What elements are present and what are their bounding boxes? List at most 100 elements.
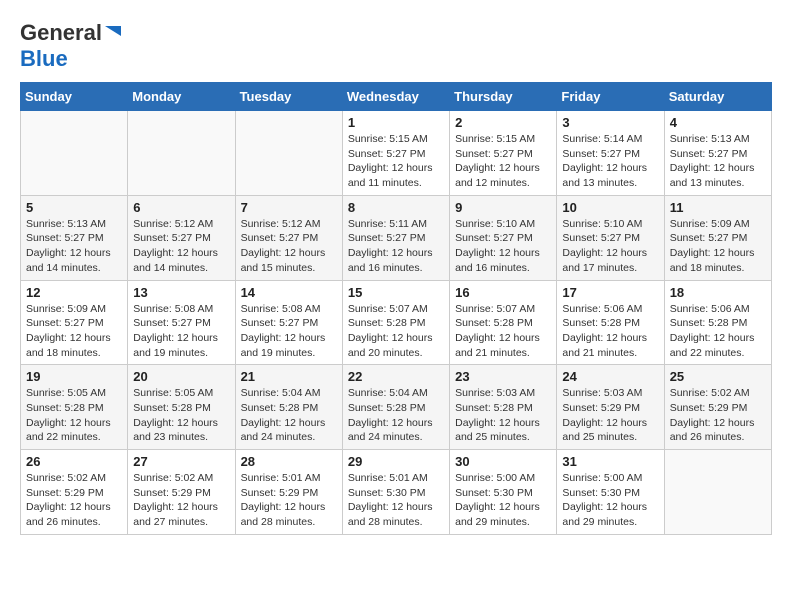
calendar-cell: 3 Sunrise: 5:14 AM Sunset: 5:27 PM Daylig… [557, 111, 664, 196]
day-info: Sunrise: 5:07 AM Sunset: 5:28 PM Dayligh… [455, 302, 551, 361]
calendar-cell: 1Sunrise: 5:15 AM Sunset: 5:27 PM Daylig… [342, 111, 449, 196]
day-info: Sunrise: 5:06 AM Sunset: 5:28 PM Dayligh… [562, 302, 658, 361]
calendar-cell [664, 450, 771, 535]
day-number: 7 [241, 200, 337, 215]
day-number: 15 [348, 285, 444, 300]
day-number: 21 [241, 369, 337, 384]
day-number: 27 [133, 454, 229, 469]
calendar-cell: 22Sunrise: 5:04 AM Sunset: 5:28 PM Dayli… [342, 365, 449, 450]
calendar-cell: 6Sunrise: 5:12 AM Sunset: 5:27 PM Daylig… [128, 195, 235, 280]
day-info: Sunrise: 5:03 AM Sunset: 5:28 PM Dayligh… [455, 386, 551, 445]
day-info: Sunrise: 5:08 AM Sunset: 5:27 PM Dayligh… [241, 302, 337, 361]
calendar-cell: 28 Sunrise: 5:01 AM Sunset: 5:29 PM Dayli… [235, 450, 342, 535]
calendar-cell: 29Sunrise: 5:01 AM Sunset: 5:30 PM Dayli… [342, 450, 449, 535]
day-number: 3 [562, 115, 658, 130]
day-number: 28 [241, 454, 337, 469]
logo-blue: Blue [20, 46, 68, 72]
day-info: Sunrise: 5:04 AM Sunset: 5:28 PM Dayligh… [241, 386, 337, 445]
day-info: Sunrise: 5:10 AM Sunset: 5:27 PM Dayligh… [455, 217, 551, 276]
day-number: 24 [562, 369, 658, 384]
calendar-cell: 26Sunrise: 5:02 AM Sunset: 5:29 PM Dayli… [21, 450, 128, 535]
calendar-header-sunday: Sunday [21, 83, 128, 111]
calendar-week-1: 1Sunrise: 5:15 AM Sunset: 5:27 PM Daylig… [21, 111, 772, 196]
calendar-header-thursday: Thursday [450, 83, 557, 111]
calendar-cell: 31 Sunrise: 5:00 AM Sunset: 5:30 PM Dayli… [557, 450, 664, 535]
day-number: 16 [455, 285, 551, 300]
day-info: Sunrise: 5:09 AM Sunset: 5:27 PM Dayligh… [670, 217, 766, 276]
day-number: 5 [26, 200, 122, 215]
calendar-header-monday: Monday [128, 83, 235, 111]
day-info: Sunrise: 5:10 AM Sunset: 5:27 PM Dayligh… [562, 217, 658, 276]
calendar-cell: 5 Sunrise: 5:13 AM Sunset: 5:27 PM Daylig… [21, 195, 128, 280]
day-info: Sunrise: 5:15 AM Sunset: 5:27 PM Dayligh… [455, 132, 551, 191]
calendar-body: 1Sunrise: 5:15 AM Sunset: 5:27 PM Daylig… [21, 111, 772, 535]
day-number: 10 [562, 200, 658, 215]
calendar-cell: 15 Sunrise: 5:07 AM Sunset: 5:28 PM Dayli… [342, 280, 449, 365]
header: General Blue [20, 20, 772, 72]
day-number: 14 [241, 285, 337, 300]
day-number: 20 [133, 369, 229, 384]
day-number: 30 [455, 454, 551, 469]
calendar-week-4: 19Sunrise: 5:05 AM Sunset: 5:28 PM Dayli… [21, 365, 772, 450]
day-info: Sunrise: 5:02 AM Sunset: 5:29 PM Dayligh… [670, 386, 766, 445]
day-info: Sunrise: 5:00 AM Sunset: 5:30 PM Dayligh… [455, 471, 551, 530]
logo-arrow-icon [103, 22, 125, 44]
day-number: 22 [348, 369, 444, 384]
day-info: Sunrise: 5:00 AM Sunset: 5:30 PM Dayligh… [562, 471, 658, 530]
calendar-cell: 12Sunrise: 5:09 AM Sunset: 5:27 PM Dayli… [21, 280, 128, 365]
day-info: Sunrise: 5:12 AM Sunset: 5:27 PM Dayligh… [241, 217, 337, 276]
calendar-week-5: 26Sunrise: 5:02 AM Sunset: 5:29 PM Dayli… [21, 450, 772, 535]
page: General Blue SundayMondayTuesdayWednesda… [0, 0, 792, 545]
day-info: Sunrise: 5:01 AM Sunset: 5:29 PM Dayligh… [241, 471, 337, 530]
calendar-cell: 13Sunrise: 5:08 AM Sunset: 5:27 PM Dayli… [128, 280, 235, 365]
day-info: Sunrise: 5:11 AM Sunset: 5:27 PM Dayligh… [348, 217, 444, 276]
day-info: Sunrise: 5:02 AM Sunset: 5:29 PM Dayligh… [133, 471, 229, 530]
calendar-cell: 4 Sunrise: 5:13 AM Sunset: 5:27 PM Daylig… [664, 111, 771, 196]
calendar-cell: 20Sunrise: 5:05 AM Sunset: 5:28 PM Dayli… [128, 365, 235, 450]
calendar-cell: 27 Sunrise: 5:02 AM Sunset: 5:29 PM Dayli… [128, 450, 235, 535]
calendar-week-3: 12Sunrise: 5:09 AM Sunset: 5:27 PM Dayli… [21, 280, 772, 365]
calendar-cell [21, 111, 128, 196]
day-info: Sunrise: 5:15 AM Sunset: 5:27 PM Dayligh… [348, 132, 444, 191]
calendar-cell: 9 Sunrise: 5:10 AM Sunset: 5:27 PM Daylig… [450, 195, 557, 280]
calendar-cell: 25 Sunrise: 5:02 AM Sunset: 5:29 PM Dayli… [664, 365, 771, 450]
calendar-cell: 11Sunrise: 5:09 AM Sunset: 5:27 PM Dayli… [664, 195, 771, 280]
calendar-cell: 18 Sunrise: 5:06 AM Sunset: 5:28 PM Dayli… [664, 280, 771, 365]
day-info: Sunrise: 5:01 AM Sunset: 5:30 PM Dayligh… [348, 471, 444, 530]
calendar-cell: 30 Sunrise: 5:00 AM Sunset: 5:30 PM Dayli… [450, 450, 557, 535]
calendar-header-friday: Friday [557, 83, 664, 111]
day-number: 23 [455, 369, 551, 384]
day-info: Sunrise: 5:14 AM Sunset: 5:27 PM Dayligh… [562, 132, 658, 191]
calendar-table: SundayMondayTuesdayWednesdayThursdayFrid… [20, 82, 772, 535]
logo: General Blue [20, 20, 125, 72]
day-number: 18 [670, 285, 766, 300]
day-number: 8 [348, 200, 444, 215]
calendar-cell: 16 Sunrise: 5:07 AM Sunset: 5:28 PM Dayli… [450, 280, 557, 365]
calendar-cell: 14 Sunrise: 5:08 AM Sunset: 5:27 PM Dayli… [235, 280, 342, 365]
calendar-header-saturday: Saturday [664, 83, 771, 111]
calendar-cell: 21 Sunrise: 5:04 AM Sunset: 5:28 PM Dayli… [235, 365, 342, 450]
calendar-cell: 17Sunrise: 5:06 AM Sunset: 5:28 PM Dayli… [557, 280, 664, 365]
calendar-header-row: SundayMondayTuesdayWednesdayThursdayFrid… [21, 83, 772, 111]
day-number: 31 [562, 454, 658, 469]
calendar-cell [128, 111, 235, 196]
calendar-header-wednesday: Wednesday [342, 83, 449, 111]
day-number: 6 [133, 200, 229, 215]
logo-general: General [20, 20, 102, 46]
day-info: Sunrise: 5:02 AM Sunset: 5:29 PM Dayligh… [26, 471, 122, 530]
calendar-cell [235, 111, 342, 196]
day-info: Sunrise: 5:13 AM Sunset: 5:27 PM Dayligh… [26, 217, 122, 276]
calendar-header-tuesday: Tuesday [235, 83, 342, 111]
calendar-cell: 24Sunrise: 5:03 AM Sunset: 5:29 PM Dayli… [557, 365, 664, 450]
day-number: 9 [455, 200, 551, 215]
day-info: Sunrise: 5:06 AM Sunset: 5:28 PM Dayligh… [670, 302, 766, 361]
calendar-cell: 19Sunrise: 5:05 AM Sunset: 5:28 PM Dayli… [21, 365, 128, 450]
calendar-cell: 7 Sunrise: 5:12 AM Sunset: 5:27 PM Daylig… [235, 195, 342, 280]
calendar-cell: 23 Sunrise: 5:03 AM Sunset: 5:28 PM Dayli… [450, 365, 557, 450]
day-number: 12 [26, 285, 122, 300]
day-info: Sunrise: 5:05 AM Sunset: 5:28 PM Dayligh… [26, 386, 122, 445]
day-number: 25 [670, 369, 766, 384]
day-info: Sunrise: 5:07 AM Sunset: 5:28 PM Dayligh… [348, 302, 444, 361]
day-number: 4 [670, 115, 766, 130]
day-info: Sunrise: 5:13 AM Sunset: 5:27 PM Dayligh… [670, 132, 766, 191]
